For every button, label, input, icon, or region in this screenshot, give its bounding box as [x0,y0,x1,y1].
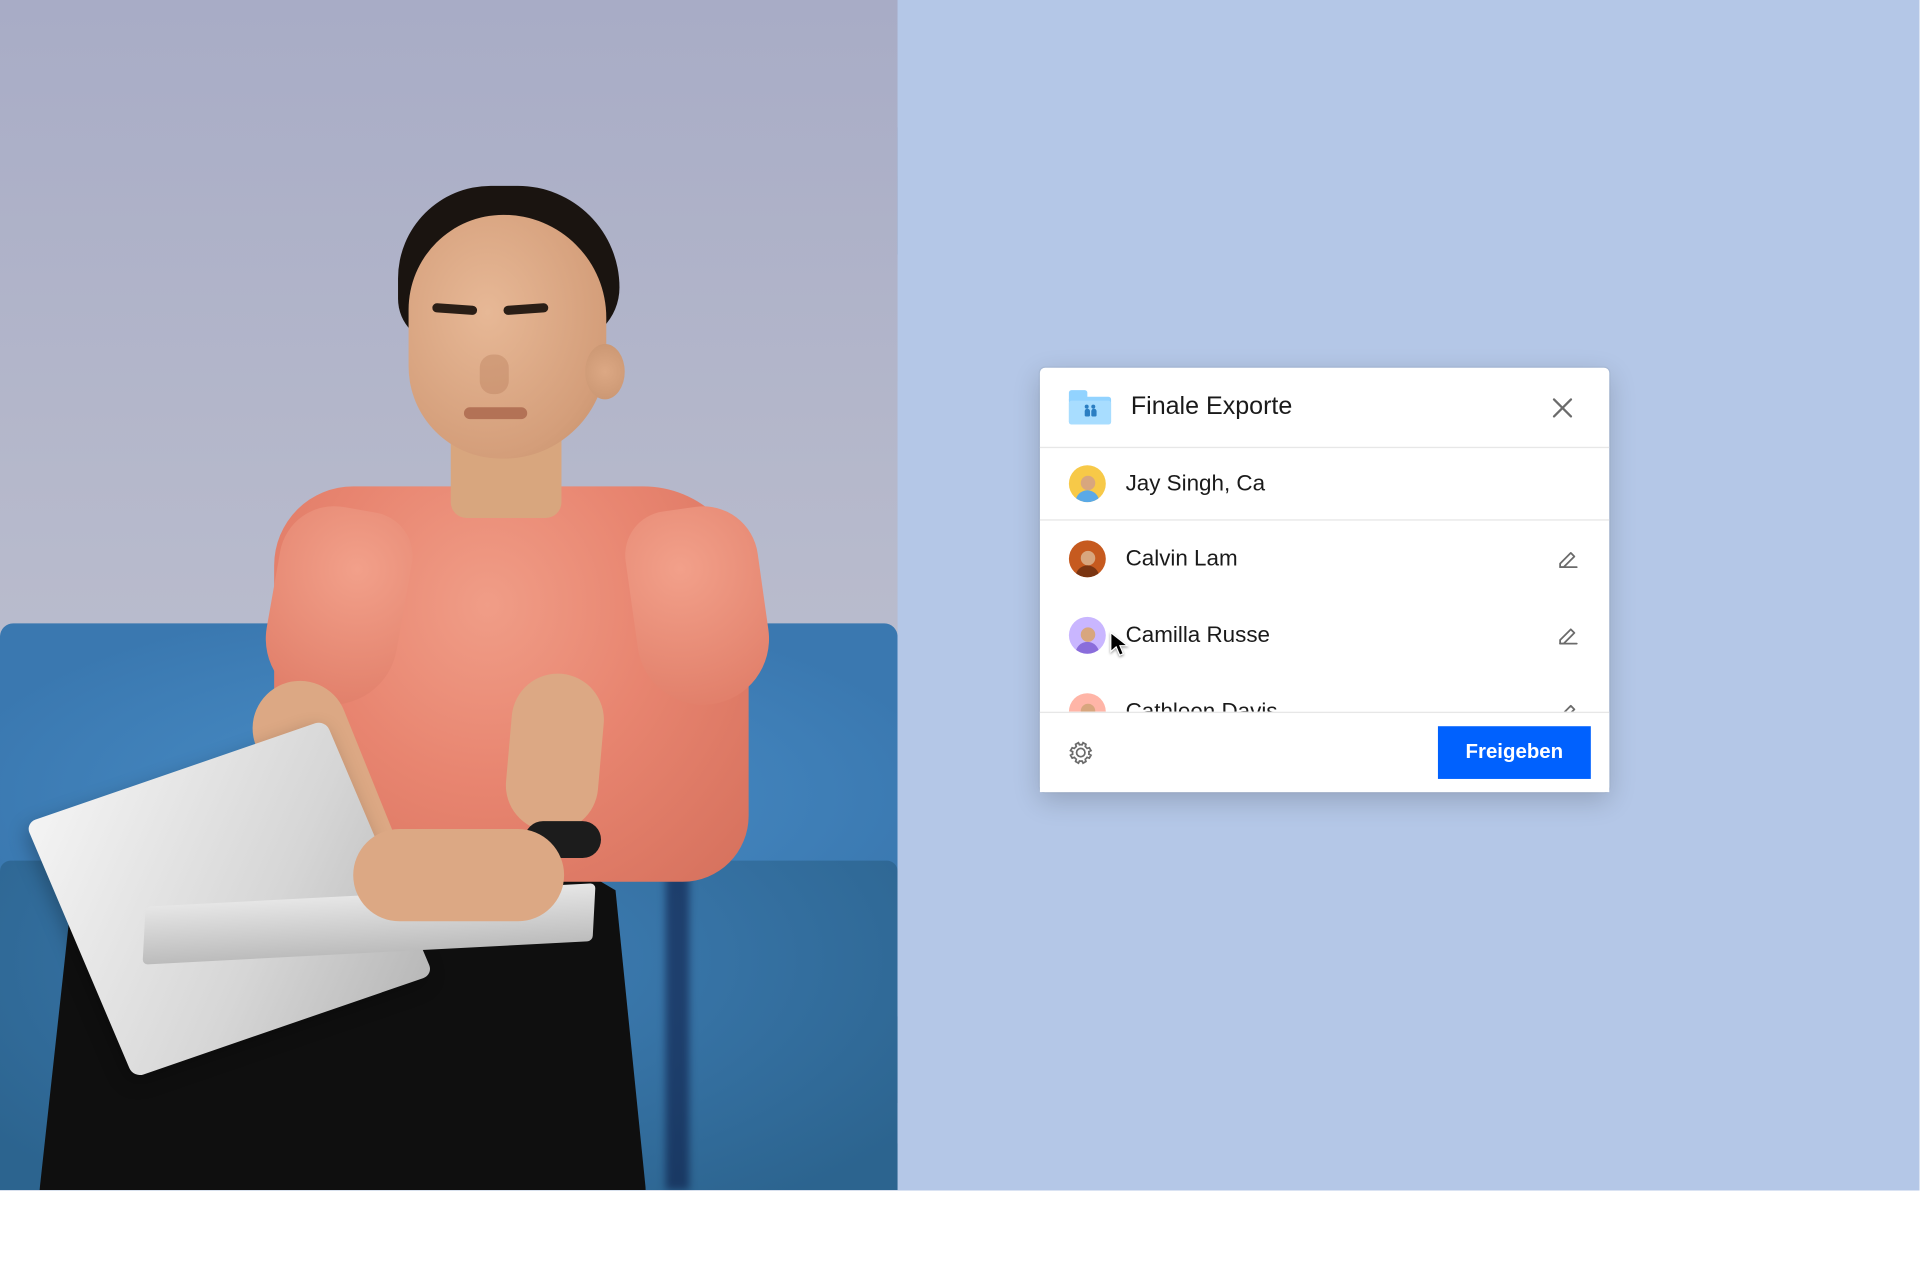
settings-button[interactable] [1064,735,1098,769]
close-button[interactable] [1543,389,1580,426]
suggestion-list: Calvin Lam Camilla Russe Cathleen Davis [1040,521,1609,712]
shared-folder-icon [1069,390,1111,424]
dialog-footer: Freigeben [1040,712,1609,792]
suggestion-name: Cathleen Davis [1126,699,1537,712]
person-illustration [40,96,778,1190]
right-panel: Finale Exporte Calvin LamCamilla RusseCa… [898,0,1919,1190]
dialog-title: Finale Exporte [1131,393,1524,422]
permission-edit-button[interactable] [1557,547,1581,571]
pencil-icon [1557,623,1581,647]
suggestion-name: Calvin Lam [1126,546,1537,572]
suggestion-row[interactable]: Calvin Lam [1040,521,1609,597]
hero-photo [0,0,898,1190]
cursor-icon [1108,630,1132,659]
share-button[interactable]: Freigeben [1438,726,1591,779]
avatar [1069,617,1106,654]
pencil-icon [1557,700,1581,712]
gear-icon [1068,739,1094,765]
suggestion-name: Camilla Russe [1126,622,1537,648]
permission-edit-button[interactable] [1557,623,1581,647]
avatar [1069,465,1106,502]
permission-edit-button[interactable] [1557,700,1581,712]
close-icon [1552,397,1572,417]
recipient-input-row[interactable] [1040,448,1609,520]
suggestion-row[interactable]: Cathleen Davis [1040,673,1609,711]
avatar [1069,693,1106,711]
avatar [1069,540,1106,577]
dialog-header: Finale Exporte [1040,368,1609,448]
share-dialog: Finale Exporte Calvin LamCamilla RusseCa… [1040,368,1609,792]
pencil-icon [1557,547,1581,571]
recipient-input[interactable] [1126,468,1581,500]
